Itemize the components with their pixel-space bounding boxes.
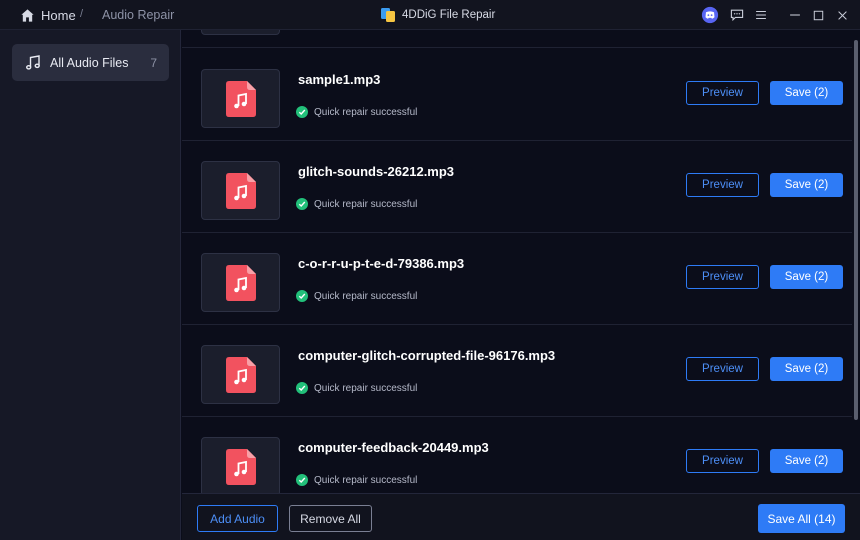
save-button[interactable]: Save (2) (770, 265, 843, 289)
file-list[interactable]: sample1.mp3 Quick repair successful Prev… (182, 30, 852, 493)
audio-file-icon (225, 448, 256, 485)
minimize-icon[interactable] (785, 5, 805, 25)
app-title-label: 4DDiG File Repair (402, 9, 496, 21)
preview-button[interactable]: Preview (686, 173, 759, 197)
preview-button[interactable]: Preview (686, 449, 759, 473)
repair-status-text: Quick repair successful (314, 106, 418, 118)
audio-file-icon (225, 80, 256, 117)
app-logo-icon (381, 8, 395, 22)
repair-status-text: Quick repair successful (314, 290, 418, 302)
home-link[interactable]: Home (20, 6, 76, 24)
repair-status-text: Quick repair successful (314, 474, 418, 486)
sidebar: All Audio Files 7 (0, 30, 181, 540)
bottom-bar: Add Audio Remove All Save All (14) (182, 493, 860, 540)
check-circle-icon (296, 474, 308, 486)
list-item: sample1.mp3 Quick repair successful Prev… (182, 49, 852, 141)
preview-button[interactable]: Preview (686, 357, 759, 381)
breadcrumb-separator: / (80, 8, 84, 20)
repair-status: Quick repair successful (296, 106, 417, 118)
file-name: sample1.mp3 (298, 72, 381, 87)
app-title: 4DDiG File Repair (380, 5, 495, 25)
sidebar-item-all-audio-files[interactable]: All Audio Files 7 (12, 44, 169, 81)
file-thumbnail (201, 30, 280, 35)
maximize-icon[interactable] (808, 5, 828, 25)
repair-status: Quick repair successful (296, 290, 417, 302)
save-button[interactable]: Save (2) (770, 357, 843, 381)
repair-status: Quick repair successful (296, 474, 417, 486)
list-item-partial (182, 30, 852, 48)
list-item: computer-glitch-corrupted-file-96176.mp3… (182, 325, 852, 417)
file-name: computer-glitch-corrupted-file-96176.mp3 (298, 348, 556, 363)
sidebar-item-count: 7 (150, 55, 157, 70)
file-name: c-o-r-r-u-p-t-e-d-79386.mp3 (298, 256, 465, 271)
audio-file-icon (225, 172, 256, 209)
repair-status: Quick repair successful (296, 198, 417, 210)
preview-button[interactable]: Preview (686, 81, 759, 105)
save-button[interactable]: Save (2) (770, 81, 843, 105)
breadcrumb-current: Audio Repair (102, 8, 175, 22)
audio-file-icon (225, 264, 256, 301)
check-circle-icon (296, 106, 308, 118)
audio-file-icon (225, 356, 256, 393)
music-note-icon (25, 54, 40, 70)
check-circle-icon (296, 382, 308, 394)
list-item: glitch-sounds-26212.mp3 Quick repair suc… (182, 141, 852, 233)
save-all-button[interactable]: Save All (14) (758, 504, 845, 533)
discord-icon[interactable] (700, 5, 720, 25)
file-name: glitch-sounds-26212.mp3 (298, 164, 455, 179)
list-item: c-o-r-r-u-p-t-e-d-79386.mp3 Quick repair… (182, 233, 852, 325)
close-icon[interactable] (832, 5, 852, 25)
check-circle-icon (296, 198, 308, 210)
list-item: computer-feedback-20449.mp3 Quick repair… (182, 417, 852, 493)
file-thumbnail (201, 253, 280, 312)
repair-status: Quick repair successful (296, 382, 417, 394)
menu-icon[interactable] (751, 5, 771, 25)
file-thumbnail (201, 345, 280, 404)
repair-status-text: Quick repair successful (314, 382, 418, 394)
check-circle-icon (296, 290, 308, 302)
repair-status-text: Quick repair successful (314, 198, 418, 210)
home-icon (21, 8, 34, 22)
preview-button[interactable]: Preview (686, 265, 759, 289)
file-thumbnail (201, 161, 280, 220)
file-thumbnail (201, 437, 280, 493)
file-thumbnail (201, 69, 280, 128)
add-audio-button[interactable]: Add Audio (197, 505, 278, 532)
home-label: Home (41, 7, 76, 23)
save-button[interactable]: Save (2) (770, 173, 843, 197)
save-button[interactable]: Save (2) (770, 449, 843, 473)
feedback-icon[interactable] (727, 5, 747, 25)
scrollbar[interactable] (852, 30, 860, 493)
scrollbar-thumb[interactable] (854, 40, 858, 420)
title-bar: Home / Audio Repair 4DDiG File Repair (0, 0, 860, 30)
file-name: computer-feedback-20449.mp3 (298, 440, 489, 455)
remove-all-button[interactable]: Remove All (289, 505, 372, 532)
sidebar-item-label: All Audio Files (50, 55, 129, 70)
